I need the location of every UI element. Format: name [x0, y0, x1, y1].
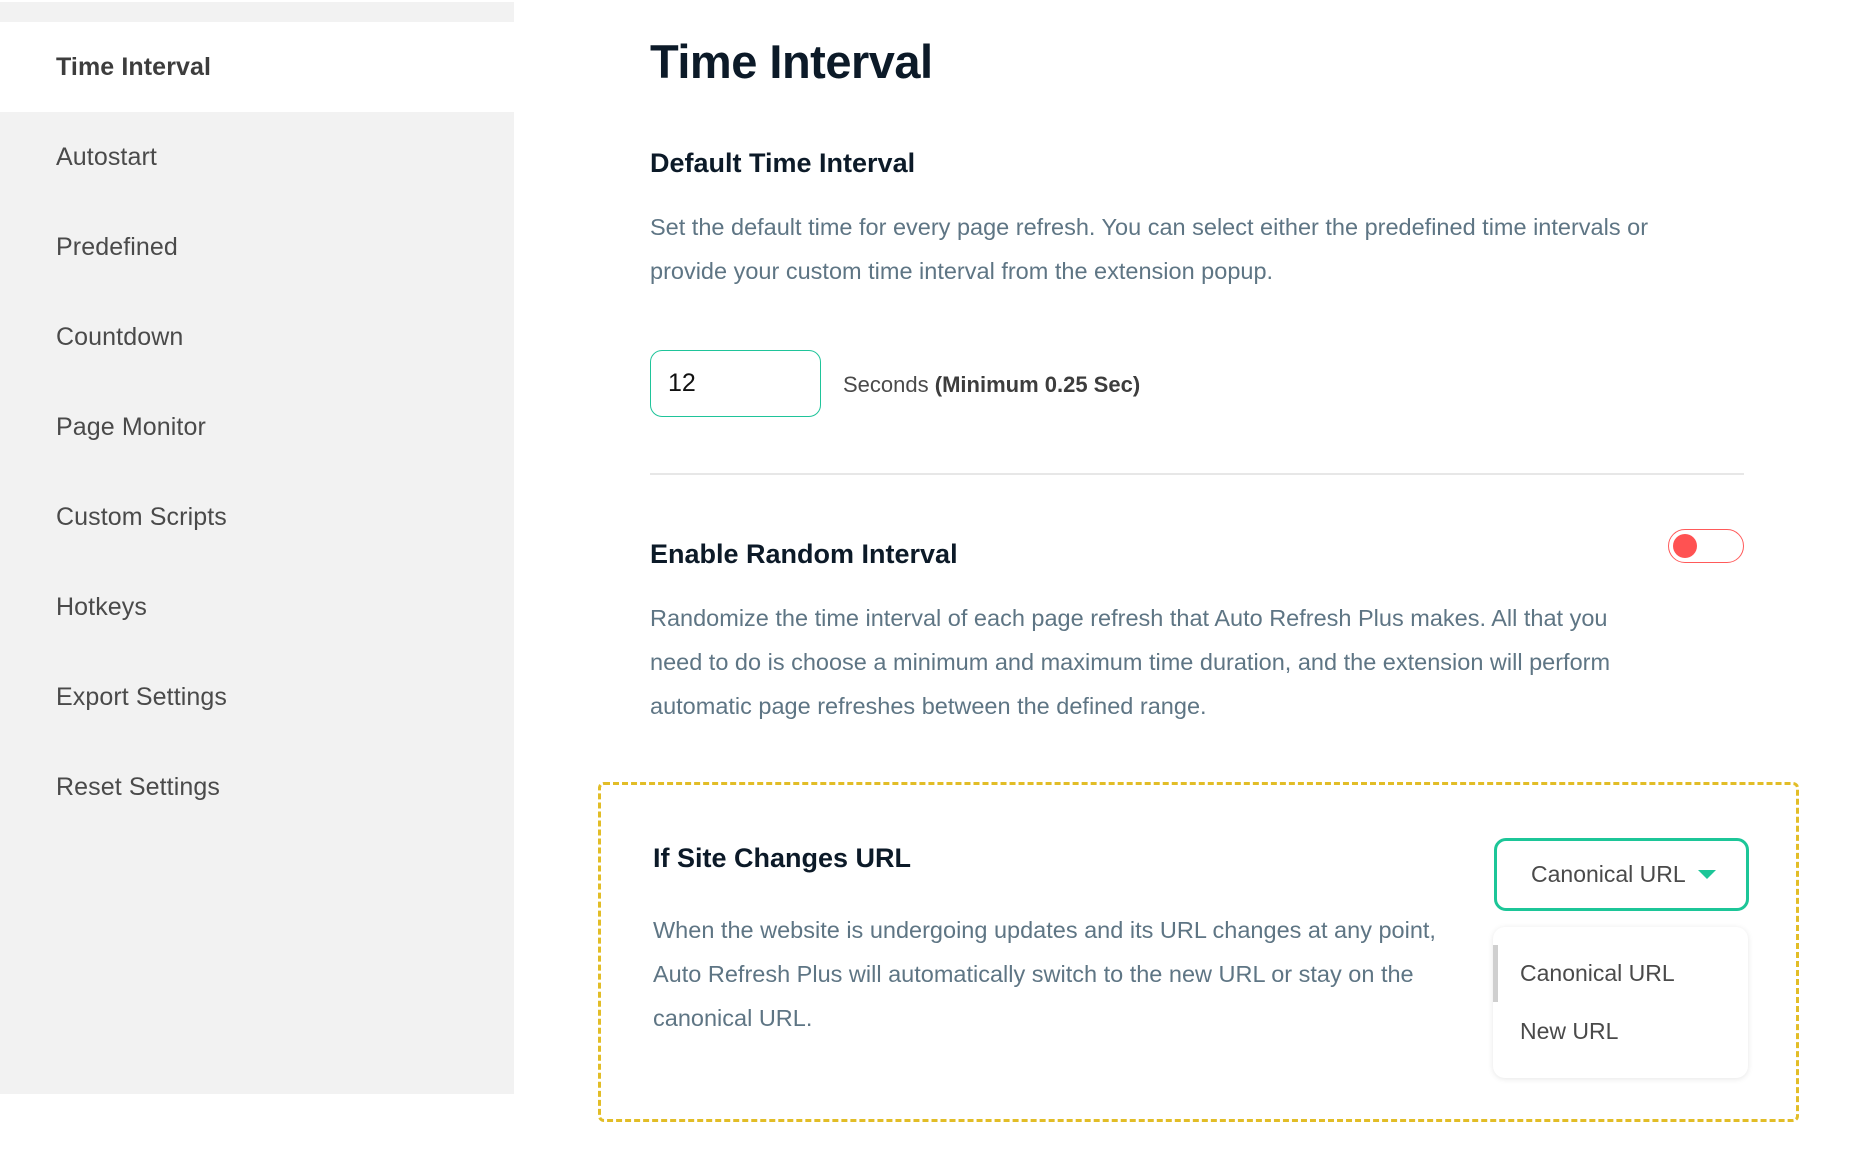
- sidebar-item-export-settings[interactable]: Export Settings: [0, 652, 514, 742]
- sidebar-item-time-interval[interactable]: Time Interval: [0, 22, 514, 112]
- unit-minimum-note: (Minimum 0.25 Sec): [934, 372, 1141, 397]
- random-interval-toggle[interactable]: [1668, 529, 1744, 563]
- sidebar-nav: Time Interval Autostart Predefined Count…: [0, 0, 514, 1094]
- random-interval-description: Randomize the time interval of each page…: [650, 605, 1611, 719]
- page-title: Time Interval: [650, 35, 933, 88]
- sidebar-item-hotkeys[interactable]: Hotkeys: [0, 562, 514, 652]
- sidebar-item-reset-settings[interactable]: Reset Settings: [0, 742, 514, 832]
- seconds-unit-label: Seconds (Minimum 0.25 Sec): [843, 372, 1140, 398]
- caret-down-icon: [1698, 870, 1716, 879]
- sidebar-item-custom-scripts[interactable]: Custom Scripts: [0, 472, 514, 562]
- select-current-value: Canonical URL: [1531, 861, 1686, 887]
- unit-label: Seconds: [843, 372, 929, 397]
- sidebar-item-autostart[interactable]: Autostart: [0, 112, 514, 202]
- menu-scrollbar[interactable]: [1493, 945, 1498, 1002]
- site-changes-url-description: When the website is undergoing updates a…: [653, 917, 1436, 1031]
- menu-option-new-url[interactable]: New URL: [1520, 1018, 1618, 1045]
- site-changes-url-heading: If Site Changes URL: [653, 843, 912, 873]
- default-interval-heading: Default Time Interval: [650, 148, 916, 178]
- url-mode-select[interactable]: Canonical URL: [1494, 838, 1749, 911]
- sidebar-top-edge: [0, 0, 514, 2]
- sidebar-item-countdown[interactable]: Countdown: [0, 292, 514, 382]
- time-interval-input[interactable]: [650, 350, 821, 417]
- section-divider: [650, 473, 1744, 475]
- random-interval-heading: Enable Random Interval: [650, 539, 958, 569]
- toggle-knob: [1673, 534, 1697, 558]
- sidebar-item-page-monitor[interactable]: Page Monitor: [0, 382, 514, 472]
- default-interval-description: Set the default time for every page refr…: [650, 214, 1649, 284]
- url-mode-dropdown-menu: Canonical URL New URL: [1493, 927, 1748, 1078]
- sidebar-item-predefined[interactable]: Predefined: [0, 202, 514, 292]
- menu-option-canonical-url[interactable]: Canonical URL: [1520, 960, 1675, 987]
